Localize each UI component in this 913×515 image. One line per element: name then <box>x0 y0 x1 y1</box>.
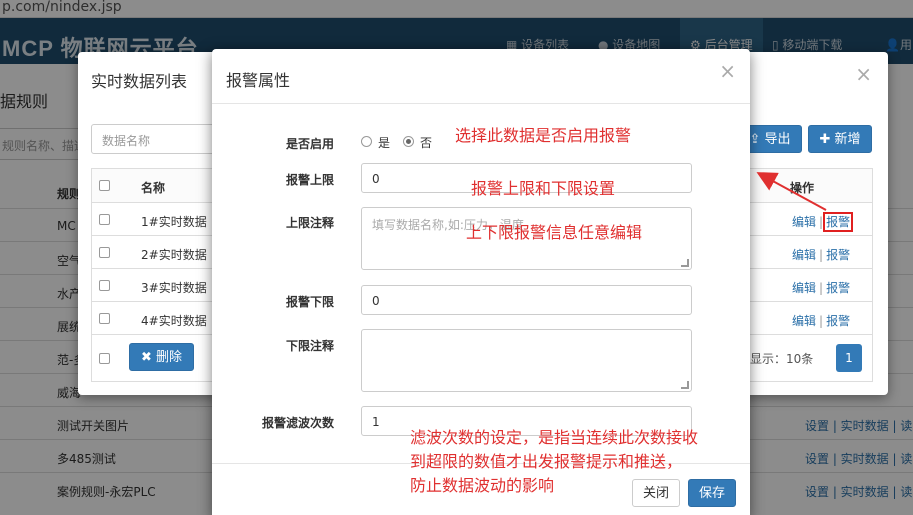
lower-limit-input[interactable]: 0 <box>361 285 692 315</box>
row-checkbox[interactable] <box>99 214 110 225</box>
header-divider <box>212 103 750 104</box>
save-button[interactable]: 保存 <box>688 479 736 507</box>
alarm-link[interactable]: 报警 <box>826 314 850 328</box>
delete-button[interactable]: ✖ 删除 <box>129 343 194 371</box>
edit-link[interactable]: 编辑 <box>792 314 816 328</box>
upper-limit-label: 报警上限 <box>285 173 334 187</box>
row-checkbox[interactable] <box>99 313 110 324</box>
enable-label: 是否启用 <box>285 137 334 151</box>
lower-note-textarea[interactable] <box>361 329 692 392</box>
modal-title: 实时数据列表 <box>91 72 188 91</box>
row-checkbox[interactable] <box>99 247 110 258</box>
select-all-checkbox[interactable] <box>99 180 110 191</box>
add-button[interactable]: ✚ 新增 <box>808 125 872 153</box>
resize-handle[interactable] <box>681 381 689 389</box>
annotation-filter-3: 防止数据波动的影响 <box>410 476 555 495</box>
x-icon: ✖ <box>140 350 152 365</box>
lower-note-label: 下限注释 <box>285 339 334 353</box>
edit-link[interactable]: 编辑 <box>792 215 816 229</box>
annotation-filter-1: 滤波次数的设定，是指当连续此次数接收 <box>410 428 699 447</box>
lower-limit-label: 报警下限 <box>285 295 334 309</box>
close-icon[interactable]: × <box>855 62 872 86</box>
close-icon[interactable]: × <box>719 59 736 83</box>
annotation-filter-2: 到超限的数值才出发报警提示和推送， <box>410 452 683 471</box>
filter-count-label: 报警滤波次数 <box>261 416 334 430</box>
annotation-notes: 上下限报警信息任意编辑 <box>466 223 643 242</box>
annotation-enable: 选择此数据是否启用报警 <box>455 126 632 145</box>
edit-link[interactable]: 编辑 <box>792 248 816 262</box>
page-1-button[interactable]: 1 <box>836 344 862 372</box>
upper-note-label: 上限注释 <box>285 216 334 230</box>
modal-title: 报警属性 <box>226 71 291 90</box>
alarm-link[interactable]: 报警 <box>826 281 850 295</box>
enable-yes-radio[interactable] <box>361 136 372 147</box>
data-name-search-input[interactable]: 数据名称 <box>91 124 231 154</box>
row-checkbox[interactable] <box>99 280 110 291</box>
export-icon: ⇪ <box>749 132 761 147</box>
enable-no-radio[interactable] <box>403 136 414 147</box>
edit-link[interactable]: 编辑 <box>792 281 816 295</box>
alarm-link[interactable]: 报警 <box>823 212 854 232</box>
resize-handle[interactable] <box>681 259 689 267</box>
close-button[interactable]: 关闭 <box>632 479 680 507</box>
annotation-limits: 报警上限和下限设置 <box>471 179 616 198</box>
plus-icon: ✚ <box>819 132 831 147</box>
alarm-link[interactable]: 报警 <box>826 248 850 262</box>
footer-checkbox[interactable] <box>99 353 110 364</box>
